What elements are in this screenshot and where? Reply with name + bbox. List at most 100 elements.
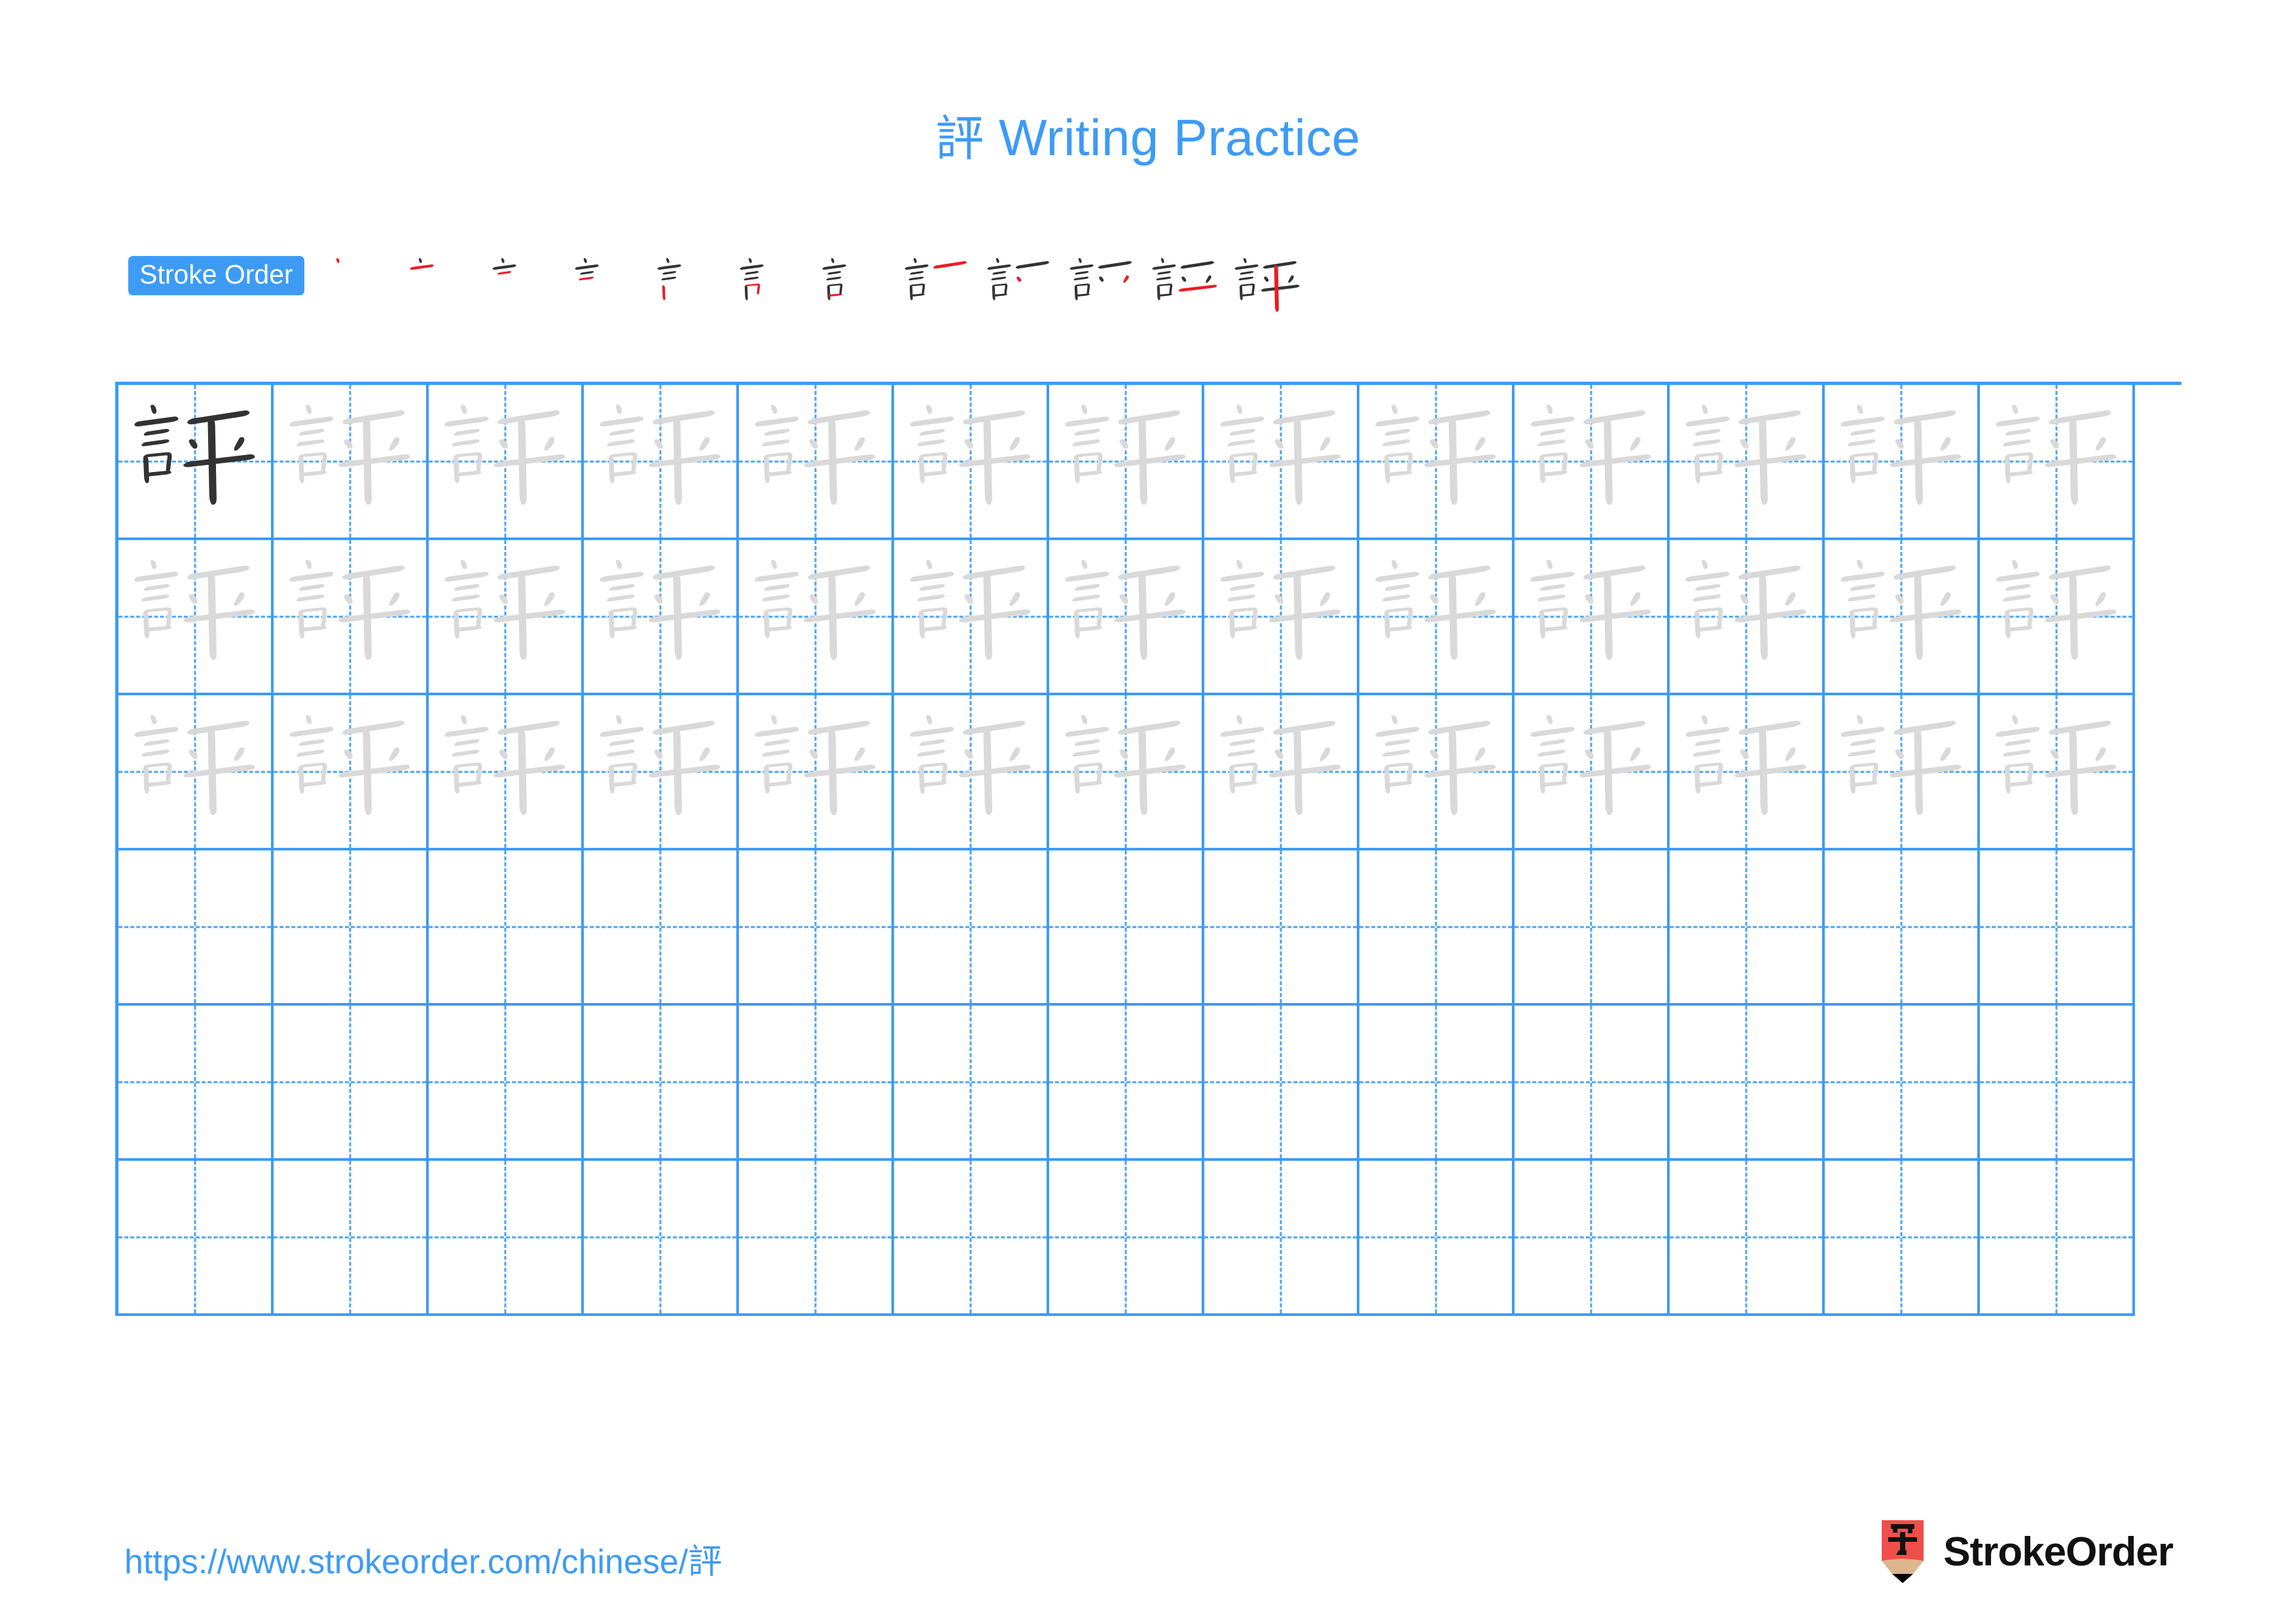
- footer-url-character: 評: [688, 1542, 723, 1582]
- practice-cell-r6-c9[interactable]: [1359, 1161, 1515, 1316]
- cell-guide-horizontal: [274, 926, 426, 928]
- practice-cell-r5-c7[interactable]: [1049, 1006, 1204, 1161]
- practice-cell-r4-c8[interactable]: [1204, 850, 1359, 1006]
- practice-cell-r3-c13[interactable]: [1980, 695, 2135, 850]
- practice-cell-r4-c4[interactable]: [584, 850, 739, 1006]
- practice-cell-r3-c12[interactable]: [1825, 695, 1980, 850]
- cell-guide-horizontal: [739, 926, 891, 928]
- practice-cell-r4-c2[interactable]: [274, 850, 429, 1006]
- practice-cell-r5-c13[interactable]: [1980, 1006, 2135, 1161]
- practice-cell-r3-c11[interactable]: [1670, 695, 1825, 850]
- practice-cell-r1-c4[interactable]: [584, 385, 739, 540]
- practice-cell-r3-c6[interactable]: [894, 695, 1049, 850]
- page-title-character: 評: [935, 111, 984, 167]
- practice-cell-r3-c3[interactable]: [429, 695, 584, 850]
- practice-cell-r1-c3[interactable]: [429, 385, 584, 540]
- practice-cell-r3-c8[interactable]: [1204, 695, 1359, 850]
- practice-cell-r2-c10[interactable]: [1515, 540, 1670, 695]
- stroke-drawn: [1158, 293, 1172, 297]
- practice-cell-r5-c10[interactable]: [1515, 1006, 1670, 1161]
- trace-character: [894, 695, 1047, 848]
- stroke-drawn: [662, 271, 676, 275]
- practice-cell-r4-c12[interactable]: [1825, 850, 1980, 1006]
- practice-cell-r4-c13[interactable]: [1980, 850, 2135, 1006]
- practice-cell-r5-c11[interactable]: [1670, 1006, 1825, 1161]
- practice-cell-r5-c2[interactable]: [274, 1006, 429, 1161]
- practice-cell-r5-c12[interactable]: [1825, 1006, 1980, 1161]
- practice-cell-r6-c6[interactable]: [894, 1161, 1049, 1316]
- practice-cell-r6-c11[interactable]: [1670, 1161, 1825, 1316]
- practice-cell-r3-c1[interactable]: [118, 695, 274, 850]
- stroke-step-6: [731, 247, 814, 325]
- practice-cell-r6-c5[interactable]: [739, 1161, 894, 1316]
- practice-cell-r1-c5[interactable]: [739, 385, 894, 540]
- practice-cell-r2-c1[interactable]: [118, 540, 274, 695]
- practice-cell-r5-c3[interactable]: [429, 1006, 584, 1161]
- practice-cell-r6-c8[interactable]: [1204, 1161, 1359, 1316]
- practice-cell-r2-c8[interactable]: [1204, 540, 1359, 695]
- stroke-drawn: [1234, 264, 1259, 270]
- practice-cell-r2-c13[interactable]: [1980, 540, 2135, 695]
- practice-cell-r1-c10[interactable]: [1515, 385, 1670, 540]
- practice-cell-r6-c13[interactable]: [1980, 1161, 2135, 1316]
- stroke-step-12: [1226, 247, 1308, 325]
- practice-cell-r1-c7[interactable]: [1049, 385, 1204, 540]
- practice-cell-r2-c3[interactable]: [429, 540, 584, 695]
- practice-cell-r4-c6[interactable]: [894, 850, 1049, 1006]
- practice-cell-r4-c7[interactable]: [1049, 850, 1204, 1006]
- practice-cell-r2-c9[interactable]: [1359, 540, 1515, 695]
- practice-cell-r4-c11[interactable]: [1670, 850, 1825, 1006]
- practice-cell-r3-c4[interactable]: [584, 695, 739, 850]
- practice-cell-r3-c2[interactable]: [274, 695, 429, 850]
- practice-cell-r4-c9[interactable]: [1359, 850, 1515, 1006]
- practice-cell-r5-c8[interactable]: [1204, 1006, 1359, 1161]
- practice-cell-r1-c6[interactable]: [894, 385, 1049, 540]
- practice-cell-r6-c4[interactable]: [584, 1161, 739, 1316]
- trace-character: [118, 695, 271, 848]
- practice-cell-r2-c12[interactable]: [1825, 540, 1980, 695]
- practice-cell-r3-c9[interactable]: [1359, 695, 1515, 850]
- stroke-drawn: [1263, 261, 1297, 269]
- practice-cell-r5-c4[interactable]: [584, 1006, 739, 1161]
- practice-cell-r3-c10[interactable]: [1515, 695, 1670, 850]
- practice-cell-r4-c3[interactable]: [429, 850, 584, 1006]
- cell-guide-horizontal: [1049, 1081, 1202, 1083]
- practice-cell-r5-c6[interactable]: [894, 1006, 1049, 1161]
- practice-cell-r6-c7[interactable]: [1049, 1161, 1204, 1316]
- practice-cell-r3-c7[interactable]: [1049, 695, 1204, 850]
- practice-cell-r6-c3[interactable]: [429, 1161, 584, 1316]
- practice-cell-r1-c9[interactable]: [1359, 385, 1515, 540]
- practice-cell-r2-c4[interactable]: [584, 540, 739, 695]
- stroke-highlight: [1178, 284, 1217, 292]
- practice-cell-r6-c2[interactable]: [274, 1161, 429, 1316]
- practice-cell-r6-c10[interactable]: [1515, 1161, 1670, 1316]
- practice-cell-r1-c2[interactable]: [274, 385, 429, 540]
- practice-cell-r1-c12[interactable]: [1825, 385, 1980, 540]
- practice-cell-r4-c10[interactable]: [1515, 850, 1670, 1006]
- practice-cell-r4-c1[interactable]: [118, 850, 274, 1006]
- practice-cell-r2-c5[interactable]: [739, 540, 894, 695]
- footer-url[interactable]: https://www.strokeorder.com/chinese/評: [124, 1534, 722, 1583]
- practice-cell-r1-c8[interactable]: [1204, 385, 1359, 540]
- stroke-drawn: [1073, 276, 1088, 281]
- practice-cell-r2-c2[interactable]: [274, 540, 429, 695]
- cell-guide-horizontal: [739, 1081, 891, 1083]
- brand-logo[interactable]: StrokeOrder: [1879, 1520, 2174, 1583]
- practice-cell-r6-c12[interactable]: [1825, 1161, 1980, 1316]
- trace-character: [1825, 540, 1977, 693]
- model-character: [118, 385, 271, 538]
- stroke-drawn: [1098, 261, 1132, 269]
- practice-cell-r2-c7[interactable]: [1049, 540, 1204, 695]
- practice-cell-r1-c1[interactable]: [118, 385, 274, 540]
- practice-cell-r1-c11[interactable]: [1670, 385, 1825, 540]
- practice-cell-r6-c1[interactable]: [118, 1161, 274, 1316]
- practice-cell-r4-c5[interactable]: [739, 850, 894, 1006]
- practice-cell-r1-c13[interactable]: [1980, 385, 2135, 540]
- practice-cell-r5-c9[interactable]: [1359, 1006, 1515, 1161]
- stroke-highlight: [336, 258, 340, 263]
- practice-cell-r5-c5[interactable]: [739, 1006, 894, 1161]
- practice-cell-r5-c1[interactable]: [118, 1006, 274, 1161]
- practice-cell-r2-c11[interactable]: [1670, 540, 1825, 695]
- practice-cell-r2-c6[interactable]: [894, 540, 1049, 695]
- practice-cell-r3-c5[interactable]: [739, 695, 894, 850]
